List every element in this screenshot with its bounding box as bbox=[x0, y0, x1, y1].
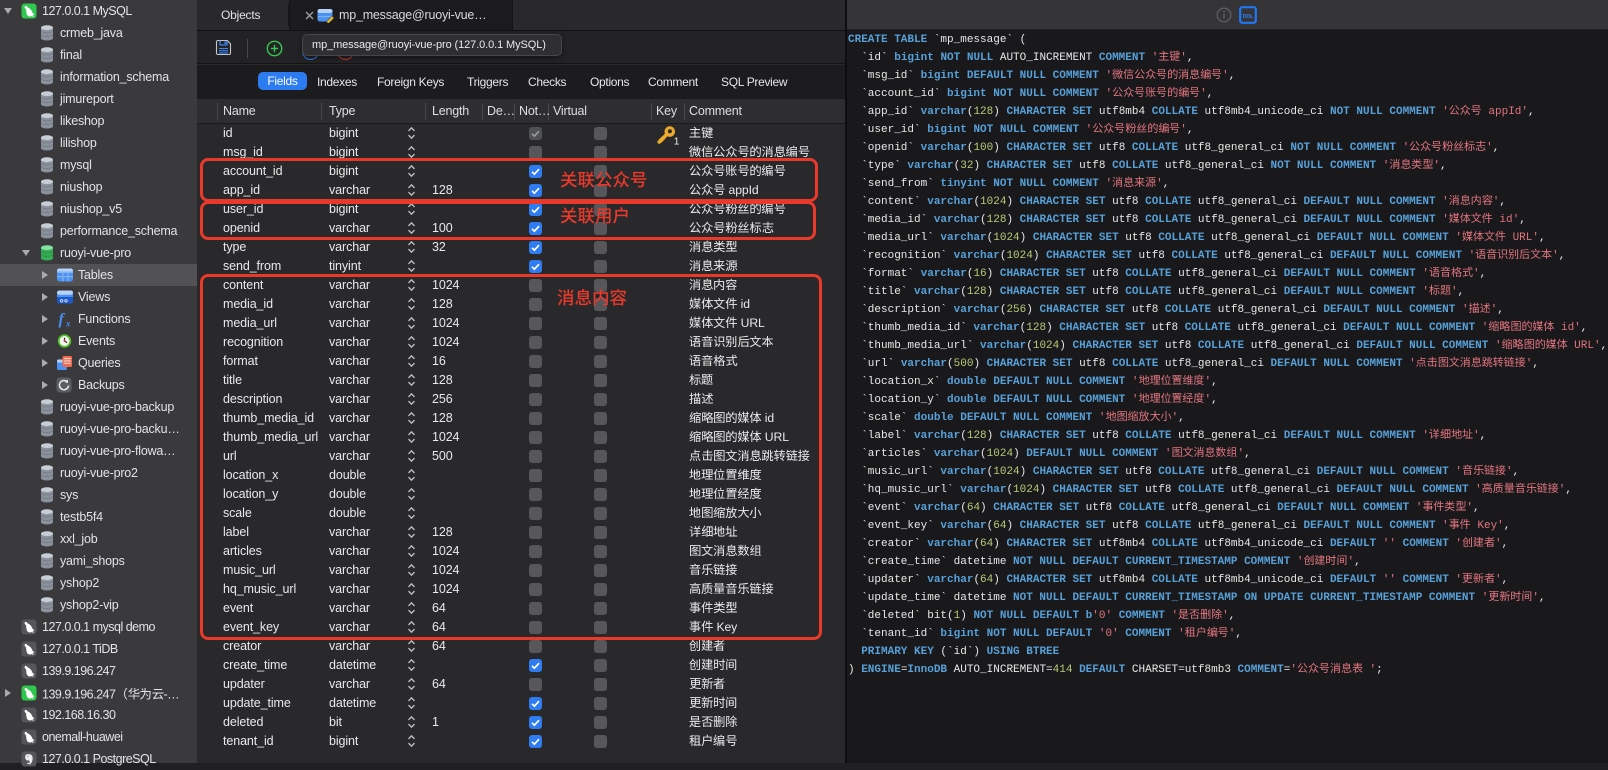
svg-text:f: f bbox=[59, 311, 66, 328]
svg-text:x: x bbox=[65, 319, 71, 328]
svg-text:DDL: DDL bbox=[1243, 14, 1254, 20]
